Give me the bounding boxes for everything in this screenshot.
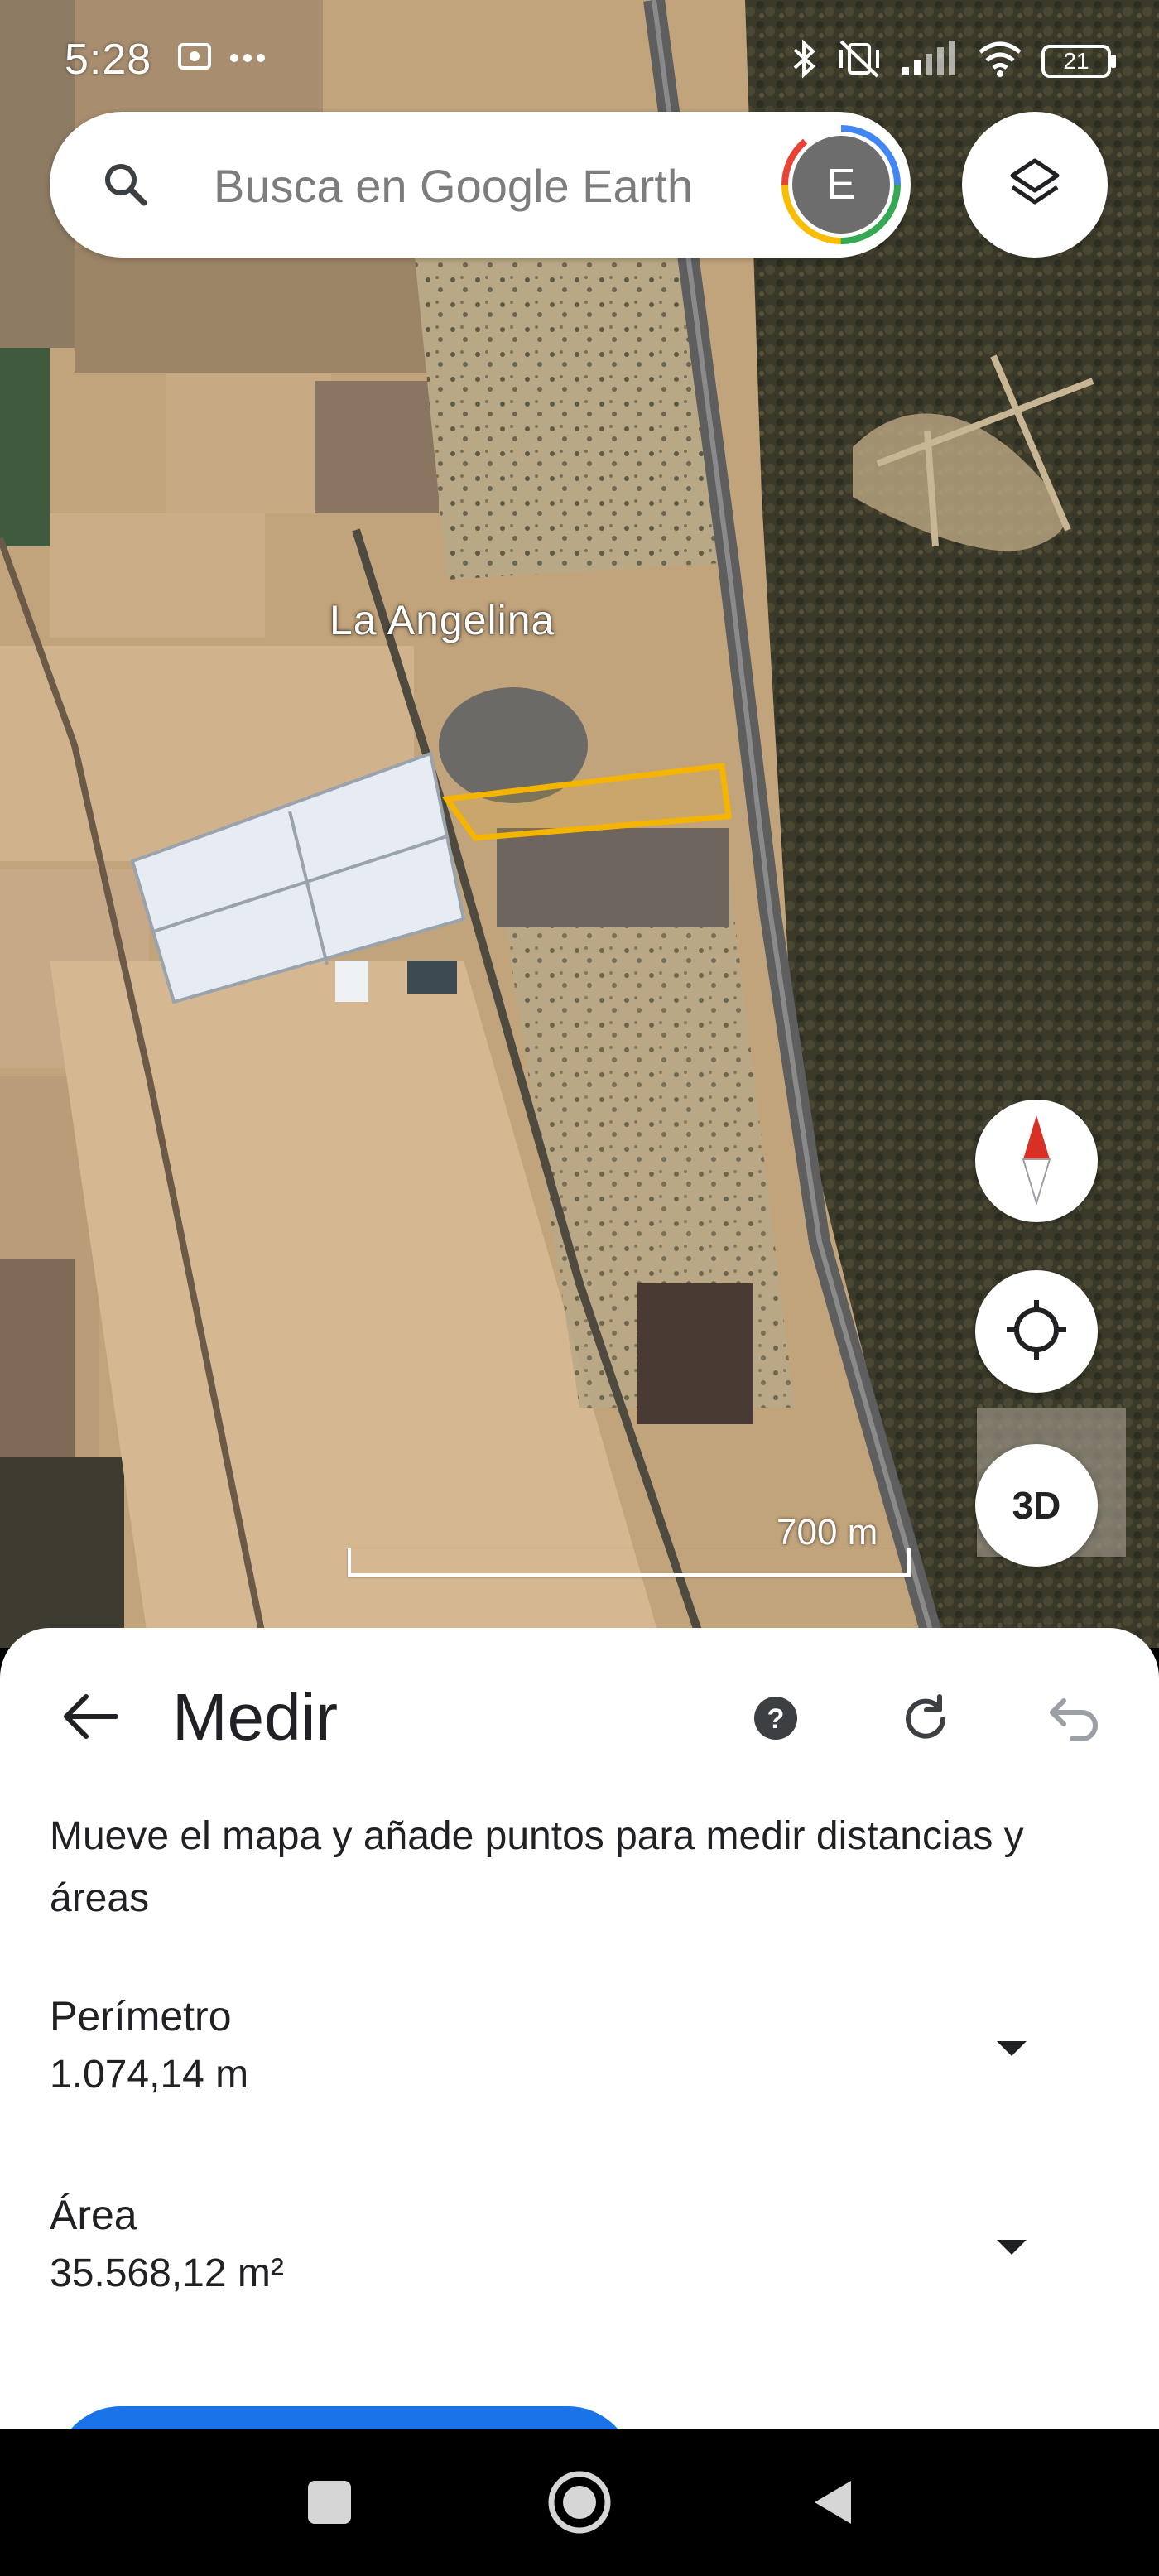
battery-icon: 21 [1041,43,1118,79]
area-row: Área 35.568,12 m² [0,2191,1159,2332]
bluetooth-icon [790,38,818,84]
home-circle-icon [546,2469,613,2540]
perimeter-label: Perímetro [50,1993,232,2039]
perimeter-row: Perímetro 1.074,14 m [0,1992,1159,2133]
scale-bar [348,1548,911,1577]
more-icon [229,52,266,67]
undo-icon [1047,1694,1102,1748]
scale-label: 700 m [777,1512,878,1553]
perimeter-value: 1.074,14 m [50,2053,249,2097]
layers-icon [1006,154,1064,216]
page-title: Medir [172,1680,339,1754]
arrow-left-icon [61,1692,119,1745]
my-location-button[interactable] [975,1270,1098,1393]
crosshair-icon [1003,1297,1070,1367]
instructions-text: Mueve el mapa y añade puntos para medir … [50,1814,1024,1920]
area-unit-dropdown[interactable] [987,2224,1036,2274]
compass-icon [1020,1114,1053,1209]
help-icon: ? [753,1695,799,1745]
triangle-back-icon [810,2477,856,2531]
dropdown-arrow-icon [995,2039,1028,2062]
vibrate-off-icon [836,38,882,84]
area-value: 35.568,12 m² [50,2251,284,2295]
3d-toggle-button[interactable]: 3D [975,1444,1098,1567]
system-nav-bar [0,2429,1159,2576]
measure-panel: Medir ? Mueve el mapa y añade puntos par… [0,1628,1159,2472]
layers-button[interactable] [962,112,1108,258]
signal-icon [901,41,959,81]
help-button[interactable]: ? [745,1689,806,1750]
dropdown-arrow-icon [995,2238,1028,2261]
search-icon[interactable] [99,158,152,211]
square-icon [306,2479,353,2530]
compass-button[interactable] [975,1100,1098,1222]
status-bar: 5:28 21 [0,0,1159,124]
satellite-map[interactable]: 5:28 21 Busca en Google Earth E La Angel… [0,0,1159,1648]
area-label: Área [50,2192,137,2238]
map-place-label[interactable]: La Angelina [329,596,555,644]
status-time: 5:28 [65,36,152,84]
reset-button[interactable] [891,1686,960,1755]
refresh-icon [898,1692,953,1750]
whatsapp-notification-icon [178,43,211,75]
back-button[interactable] [53,1681,127,1755]
wifi-icon [977,41,1023,81]
home-button[interactable] [546,2471,613,2537]
recents-button[interactable] [296,2471,363,2537]
account-avatar[interactable]: E [780,123,902,246]
search-bar[interactable]: E [50,112,911,258]
battery-level: 21 [1063,47,1089,74]
back-nav-button[interactable] [800,2471,866,2537]
search-input[interactable] [212,148,795,223]
undo-button[interactable] [1040,1686,1109,1755]
svg-text:?: ? [767,1703,785,1735]
perimeter-unit-dropdown[interactable] [987,2025,1036,2075]
